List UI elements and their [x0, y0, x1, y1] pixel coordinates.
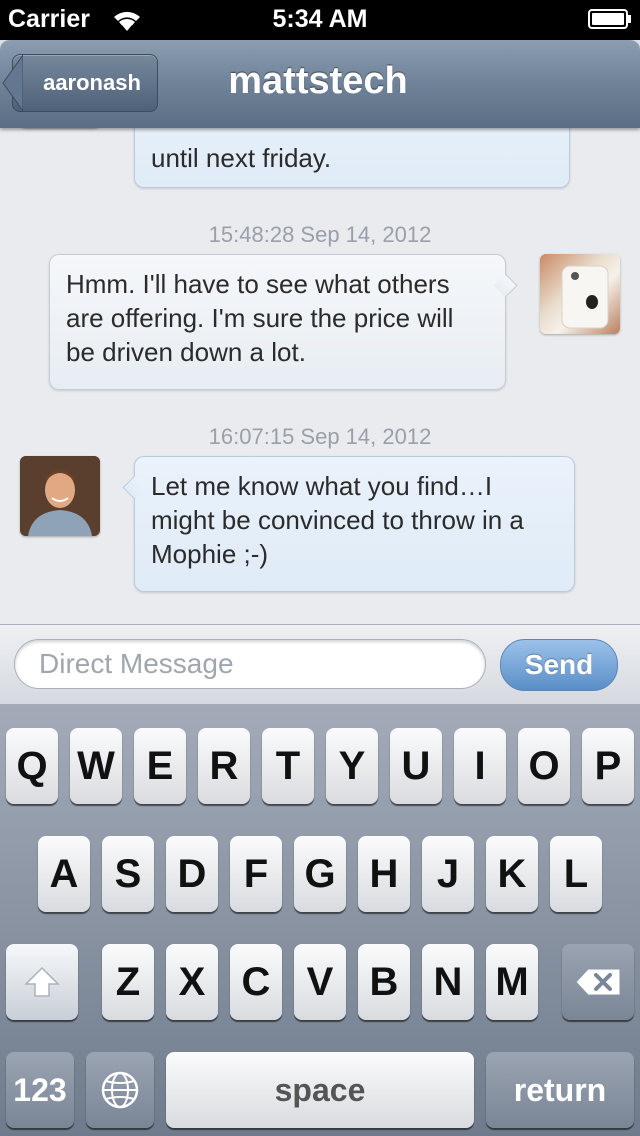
bubble-tail — [122, 475, 147, 500]
return-key[interactable]: return — [486, 1052, 634, 1128]
key-m[interactable]: M — [486, 944, 538, 1020]
key-f[interactable]: F — [230, 836, 282, 912]
key-j[interactable]: J — [422, 836, 474, 912]
numbers-key[interactable]: 123 — [6, 1052, 74, 1128]
message-text: until next friday. — [151, 143, 332, 173]
keyboard: Q W E R T Y U I O P A S D F G H J K L Z … — [0, 704, 640, 1136]
key-g[interactable]: G — [294, 836, 346, 912]
key-l[interactable]: L — [550, 836, 602, 912]
key-e[interactable]: E — [134, 728, 186, 804]
message-timestamp: 16:07:15 Sep 14, 2012 — [208, 424, 432, 449]
message-bubble[interactable]: until next friday. — [134, 128, 570, 188]
key-q[interactable]: Q — [6, 728, 58, 804]
key-u[interactable]: U — [390, 728, 442, 804]
key-p[interactable]: P — [582, 728, 634, 804]
avatar-mattstech — [20, 456, 100, 536]
navigation-bar: aaronash mattstech — [0, 40, 640, 128]
message-text: Let me know what you find…I might be con… — [151, 471, 524, 569]
status-bar: Carrier 5:34 AM — [0, 0, 640, 40]
key-b[interactable]: B — [358, 944, 410, 1020]
shift-arrow-icon — [24, 966, 60, 997]
delete-key[interactable] — [562, 944, 634, 1020]
message-bubble[interactable]: Let me know what you find…I might be con… — [122, 456, 575, 592]
send-button[interactable]: Send — [500, 639, 618, 691]
message-bubble[interactable]: Hmm. I'll have to see what others are of… — [49, 254, 518, 390]
page-title-text: mattstech — [228, 60, 408, 102]
key-w[interactable]: W — [70, 728, 122, 804]
space-key[interactable]: space — [166, 1052, 474, 1128]
battery-icon — [588, 9, 631, 29]
key-x[interactable]: X — [166, 944, 218, 1020]
direct-message-input[interactable] — [14, 639, 486, 689]
key-t[interactable]: T — [262, 728, 314, 804]
key-v[interactable]: V — [294, 944, 346, 1020]
message-timestamp: 15:48:28 Sep 14, 2012 — [208, 222, 432, 247]
key-s[interactable]: S — [102, 836, 154, 912]
message-composer: Send — [0, 624, 640, 705]
key-c[interactable]: C — [230, 944, 282, 1020]
message-text: Hmm. I'll have to see what others are of… — [66, 269, 454, 367]
key-o[interactable]: O — [518, 728, 570, 804]
globe-key[interactable] — [86, 1052, 154, 1128]
page-title: mattstech — [0, 60, 640, 103]
key-y[interactable]: Y — [326, 728, 378, 804]
key-a[interactable]: A — [38, 836, 90, 912]
key-r[interactable]: R — [198, 728, 250, 804]
key-h[interactable]: H — [358, 836, 410, 912]
key-i[interactable]: I — [454, 728, 506, 804]
avatar-aaronash — [540, 254, 620, 334]
person-photo-icon — [20, 456, 100, 536]
phone-photo-icon — [561, 265, 609, 329]
conversation-view[interactable]: until next friday. 15:48:28 Sep 14, 2012… — [0, 128, 640, 624]
backspace-icon — [575, 968, 621, 996]
globe-icon — [101, 1071, 139, 1109]
key-n[interactable]: N — [422, 944, 474, 1020]
shift-key[interactable] — [6, 944, 78, 1020]
key-z[interactable]: Z — [102, 944, 154, 1020]
bubble-tail — [493, 273, 518, 298]
status-time: 5:34 AM — [272, 5, 368, 33]
key-k[interactable]: K — [486, 836, 538, 912]
key-d[interactable]: D — [166, 836, 218, 912]
